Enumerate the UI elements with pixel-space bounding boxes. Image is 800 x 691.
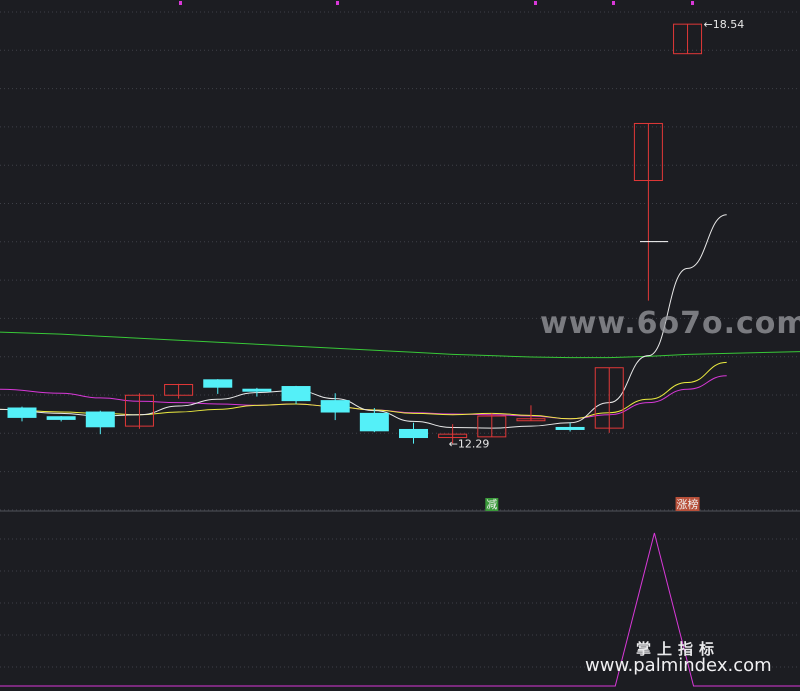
watermark-brand-url: www.palmindex.com bbox=[585, 655, 772, 676]
candle-body bbox=[555, 426, 585, 430]
top-marker bbox=[612, 1, 615, 5]
watermark-site: www.6o7o.com bbox=[540, 306, 800, 341]
price-annotation: ←18.54 bbox=[704, 18, 745, 31]
ma-yellow-line bbox=[0, 361, 727, 420]
candle-body bbox=[203, 379, 233, 388]
top-marker bbox=[691, 1, 694, 5]
top-marker bbox=[179, 1, 182, 5]
candlestick-chart: ←18.54 ←12.29 减 涨榜 bbox=[0, 1, 800, 687]
price-annotation: ←12.29 bbox=[449, 438, 490, 451]
candle-body bbox=[85, 411, 115, 428]
candles bbox=[7, 23, 703, 444]
candle-body bbox=[7, 407, 37, 418]
top-marker bbox=[336, 1, 339, 5]
candle-body bbox=[46, 416, 76, 420]
signal-label: 减 bbox=[486, 498, 497, 511]
top-marker bbox=[534, 1, 537, 5]
candle-body bbox=[281, 386, 311, 402]
candle-body bbox=[399, 428, 428, 439]
candle-body bbox=[320, 400, 350, 413]
candle-body bbox=[359, 412, 389, 432]
candle-body bbox=[242, 388, 272, 392]
signal-label: 涨榜 bbox=[677, 497, 699, 511]
